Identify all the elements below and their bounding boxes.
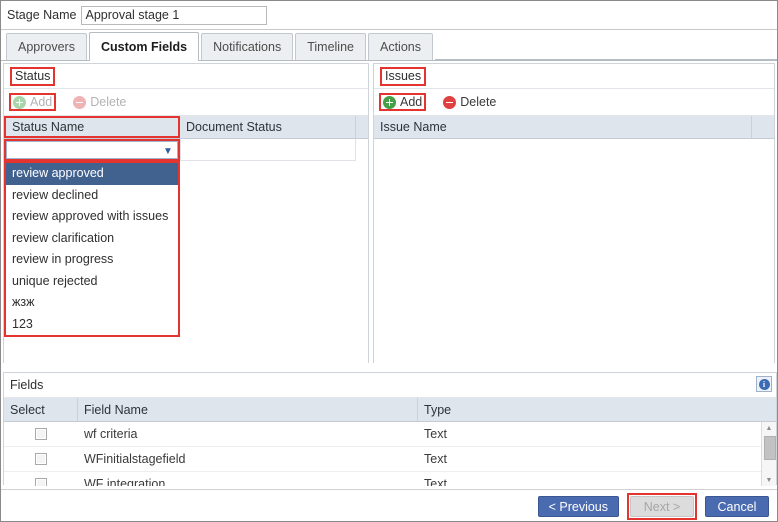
- tab-approvers[interactable]: Approvers: [6, 33, 87, 60]
- tab-timeline[interactable]: Timeline: [295, 33, 366, 60]
- tab-label: Timeline: [307, 40, 354, 54]
- column-label: Document Status: [186, 120, 282, 134]
- next-button-highlight: Next >: [627, 493, 697, 520]
- info-glyph: i: [758, 378, 770, 390]
- status-name-dropdown[interactable]: review approved review declined review a…: [4, 161, 180, 337]
- row-select-cell[interactable]: [4, 422, 78, 446]
- row-type: Text: [424, 427, 447, 441]
- fields-grid-body: wf criteria Text WFinitialstagefield Tex…: [4, 422, 776, 486]
- status-column-status-name[interactable]: Status Name: [4, 116, 180, 138]
- dialog-window: Stage Name Approvers Custom Fields Notif…: [0, 0, 778, 522]
- status-panel: Status Add Delete Status Name Document S…: [3, 63, 369, 366]
- row-select-cell[interactable]: [4, 447, 78, 471]
- fields-grid-header: Select Field Name Type: [4, 398, 776, 422]
- tab-label: Notifications: [213, 40, 282, 54]
- scroll-down-icon[interactable]: ▼: [762, 474, 776, 486]
- minus-icon: [443, 95, 457, 109]
- tab-label: Approvers: [18, 40, 75, 54]
- issues-column-issue-name[interactable]: Issue Name: [374, 116, 752, 138]
- dropdown-option[interactable]: review in progress: [6, 249, 178, 271]
- issues-panel-title-text: Issues: [380, 67, 427, 86]
- issues-add-label: Add: [400, 95, 423, 109]
- issues-panel-title: Issues: [374, 64, 774, 89]
- status-toolbar: Add Delete: [4, 89, 368, 116]
- footer-bar: < Previous Next > Cancel: [1, 489, 777, 521]
- tab-notifications[interactable]: Notifications: [201, 33, 294, 60]
- tab-label: Actions: [379, 40, 421, 54]
- status-add-button[interactable]: Add: [9, 93, 57, 111]
- dropdown-option[interactable]: жзж: [6, 292, 178, 314]
- dropdown-option[interactable]: review approved: [6, 163, 178, 185]
- tab-actions[interactable]: Actions: [367, 33, 433, 60]
- status-name-combo[interactable]: ▼: [4, 139, 180, 161]
- status-delete-label: Delete: [90, 95, 127, 109]
- fields-panel-title: Fields i: [4, 373, 776, 398]
- next-button: Next >: [630, 496, 694, 517]
- dropdown-option[interactable]: review approved with issues: [6, 206, 178, 228]
- status-add-label: Add: [30, 95, 53, 109]
- tab-strip-filler: [434, 32, 777, 60]
- issues-grid-header: Issue Name: [374, 116, 774, 139]
- fields-panel: Fields i Select Field Name Type wf crite…: [3, 372, 777, 486]
- stage-name-input[interactable]: [81, 5, 268, 25]
- previous-button[interactable]: < Previous: [537, 496, 619, 517]
- dropdown-option[interactable]: 123: [6, 314, 178, 336]
- row-type: Text: [424, 477, 447, 486]
- dropdown-option[interactable]: review declined: [6, 185, 178, 207]
- info-icon[interactable]: i: [756, 376, 772, 392]
- panels-area: Status Add Delete Status Name Document S…: [1, 61, 777, 366]
- fields-column-select: Select: [4, 398, 78, 421]
- row-field-name: WFinitialstagefield: [84, 452, 186, 466]
- fields-column-type[interactable]: Type: [418, 398, 776, 421]
- plus-icon: [383, 95, 396, 109]
- status-grid-body: ▼ review approved review declined review…: [4, 139, 368, 366]
- issues-grid-body: [374, 139, 774, 366]
- issues-delete-label: Delete: [460, 95, 497, 109]
- column-label: Status Name: [12, 120, 85, 134]
- issues-toolbar: Add Delete: [374, 89, 774, 116]
- dropdown-option[interactable]: unique rejected: [6, 271, 178, 293]
- row-checkbox[interactable]: [35, 428, 47, 440]
- table-row[interactable]: wf criteria Text: [4, 422, 776, 447]
- status-column-document-status[interactable]: Document Status: [180, 116, 356, 138]
- row-checkbox[interactable]: [35, 453, 47, 465]
- chevron-down-icon[interactable]: ▼: [160, 143, 176, 159]
- scroll-up-icon[interactable]: ▲: [762, 422, 776, 434]
- dropdown-option[interactable]: review clarification: [6, 228, 178, 250]
- column-label: Field Name: [84, 402, 148, 417]
- status-panel-title: Status: [4, 64, 368, 89]
- table-row[interactable]: WF integration Text: [4, 472, 776, 486]
- status-panel-title-text: Status: [10, 67, 56, 86]
- column-label: Select: [10, 402, 45, 417]
- issues-delete-button[interactable]: Delete: [440, 94, 499, 110]
- column-label: Issue Name: [380, 120, 447, 134]
- issues-add-button[interactable]: Add: [379, 93, 427, 111]
- scrollbar-thumb[interactable]: [764, 436, 776, 460]
- status-name-combo-input[interactable]: ▼: [6, 141, 178, 159]
- status-document-status-cell[interactable]: [180, 139, 356, 161]
- status-grid-header: Status Name Document Status: [4, 116, 368, 139]
- row-select-cell[interactable]: [4, 472, 78, 486]
- issues-panel: Issues Add Delete Issue Name: [373, 63, 775, 366]
- plus-icon: [13, 95, 26, 109]
- table-row[interactable]: WFinitialstagefield Text: [4, 447, 776, 472]
- stage-name-row: Stage Name: [1, 1, 777, 30]
- column-label: Type: [424, 402, 452, 417]
- tab-strip: Approvers Custom Fields Notifications Ti…: [1, 30, 777, 61]
- cancel-button[interactable]: Cancel: [705, 496, 769, 517]
- status-delete-button[interactable]: Delete: [70, 94, 129, 110]
- stage-name-label: Stage Name: [7, 8, 77, 22]
- row-type: Text: [424, 452, 447, 466]
- status-column-filler: [356, 116, 368, 138]
- fields-column-field-name[interactable]: Field Name: [78, 398, 418, 421]
- fields-vertical-scrollbar[interactable]: ▲ ▼: [761, 422, 776, 486]
- row-field-name: WF integration: [84, 477, 166, 486]
- minus-icon: [73, 95, 87, 109]
- fields-panel-title-text: Fields: [10, 378, 44, 392]
- row-checkbox[interactable]: [35, 478, 47, 486]
- tab-label: Custom Fields: [100, 40, 188, 54]
- issues-column-filler: [752, 116, 774, 138]
- tab-custom-fields[interactable]: Custom Fields: [88, 32, 200, 61]
- row-field-name: wf criteria: [84, 427, 138, 441]
